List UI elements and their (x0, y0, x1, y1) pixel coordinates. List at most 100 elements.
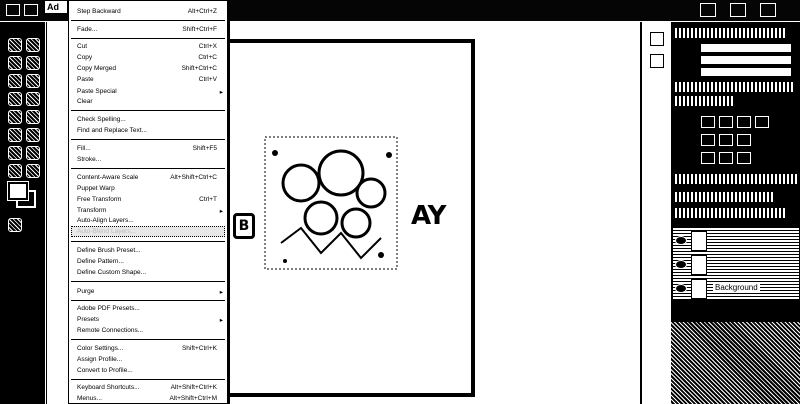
menu-separator (71, 300, 225, 301)
eye-icon[interactable] (675, 284, 687, 293)
maximize-icon[interactable] (730, 3, 746, 17)
eraser-icon[interactable] (8, 128, 22, 142)
adjustment-posterize-icon[interactable] (719, 152, 733, 164)
menu-item-step-backward[interactable]: Step Backward Alt+Ctrl+Z (69, 7, 227, 17)
clone-stamp-icon[interactable] (8, 110, 22, 124)
menu-item-free-transform[interactable]: Free Transform Ctrl+T (69, 195, 227, 205)
menu-item-presets[interactable]: Presets ▸ (69, 315, 227, 325)
menu-item-shortcut: Shift+Ctrl+C (181, 65, 217, 72)
eye-icon[interactable] (675, 236, 687, 245)
layer-row[interactable] (673, 252, 799, 276)
history-icon[interactable] (650, 32, 664, 46)
color-ramp[interactable] (675, 82, 795, 92)
menu-item-auto-blend-layers[interactable]: Auto-Blend Layers... (69, 227, 227, 237)
menu-item-content-aware-scale[interactable]: Content-Aware Scale Alt+Shift+Ctrl+C (69, 173, 227, 183)
menu-item-shortcut: Alt+Shift+Ctrl+M (169, 395, 217, 402)
adjustment-vibrance-icon[interactable] (701, 134, 715, 146)
adjustment-balance-icon[interactable] (737, 134, 751, 146)
color-slider-b[interactable] (701, 68, 791, 76)
menu-item-shortcut: Ctrl+C (198, 54, 217, 61)
menu-item-define-pattern[interactable]: Define Pattern... (69, 257, 227, 267)
menu-item-keyboard-shortcuts[interactable]: Keyboard Shortcuts... Alt+Shift+Ctrl+K (69, 383, 227, 393)
menu-item-assign-profile[interactable]: Assign Profile... (69, 355, 227, 365)
menu-item-label: Assign Profile... (77, 356, 123, 363)
layers-panel-tabs[interactable] (675, 174, 797, 184)
document-canvas[interactable]: B AY (217, 39, 475, 397)
move-icon[interactable] (8, 38, 22, 52)
menu-item-shortcut: Alt+Shift+Ctrl+K (170, 384, 217, 391)
foreground-color-swatch[interactable] (7, 181, 29, 201)
menu-item-find-replace[interactable]: Find and Replace Text... (69, 126, 227, 136)
actions-icon[interactable] (650, 54, 664, 68)
menu-separator (71, 241, 225, 242)
adjustments-tab[interactable] (675, 96, 735, 106)
menu-item-define-custom-shape[interactable]: Define Custom Shape... (69, 268, 227, 278)
close-icon[interactable] (760, 3, 776, 17)
menu-item-check-spelling[interactable]: Check Spelling... (69, 115, 227, 125)
adjustment-curves-icon[interactable] (737, 116, 751, 128)
adjustment-invert-icon[interactable] (701, 152, 715, 164)
eyedropper-icon[interactable] (26, 74, 40, 88)
menu-item-purge[interactable]: Purge ▸ (69, 287, 227, 297)
layer-row[interactable]: Background (673, 276, 799, 300)
quick-mask-icon[interactable] (8, 218, 22, 232)
menu-tab-edit[interactable]: Ad (44, 0, 68, 14)
menu-item-puppet-warp[interactable]: Puppet Warp (69, 184, 227, 194)
menu-separator (71, 281, 225, 282)
type-icon[interactable] (26, 146, 40, 160)
menu-item-fade[interactable]: Fade... Shift+Ctrl+F (69, 25, 227, 35)
lasso-icon[interactable] (8, 56, 22, 70)
adjustment-threshold-icon[interactable] (737, 152, 751, 164)
menu-item-label: Keyboard Shortcuts... (77, 384, 140, 391)
menu-item-define-brush-preset[interactable]: Define Brush Preset... (69, 246, 227, 256)
menu-item-label: Find and Replace Text... (77, 127, 147, 134)
menu-item-label: Define Brush Preset... (77, 247, 141, 254)
layers-lock-row[interactable] (675, 208, 785, 218)
menu-item-copy[interactable]: Copy Ctrl+C (69, 53, 227, 63)
gradient-icon[interactable] (26, 128, 40, 142)
adjustment-exposure-icon[interactable] (755, 116, 769, 128)
menu-item-label: Color Settings... (77, 345, 124, 352)
healing-brush-icon[interactable] (8, 92, 22, 106)
menu-item-pdf-presets[interactable]: Adobe PDF Presets... (69, 304, 227, 314)
brush-icon[interactable] (26, 92, 40, 106)
marquee-icon[interactable] (26, 38, 40, 52)
history-brush-icon[interactable] (26, 110, 40, 124)
hand-icon[interactable] (8, 164, 22, 178)
menu-item-clear[interactable]: Clear (69, 97, 227, 107)
menu-item-auto-align-layers[interactable]: Auto-Align Layers... (69, 216, 227, 226)
adjustment-brightness-icon[interactable] (701, 116, 715, 128)
eye-icon[interactable] (675, 260, 687, 269)
minimize-icon[interactable] (700, 3, 716, 17)
birthday-artwork (264, 136, 398, 270)
menu-item-label: Check Spelling... (77, 116, 126, 123)
magic-wand-icon[interactable] (26, 56, 40, 70)
adjustment-hue-icon[interactable] (719, 134, 733, 146)
menu-item-menus[interactable]: Menus... Alt+Shift+Ctrl+M (69, 394, 227, 404)
menu-item-cut[interactable]: Cut Ctrl+X (69, 42, 227, 52)
layer-row[interactable] (673, 228, 799, 252)
adjustment-levels-icon[interactable] (719, 116, 733, 128)
menu-item-paste-special[interactable]: Paste Special ▸ (69, 87, 227, 97)
menu-item-shortcut: Ctrl+X (198, 43, 217, 50)
crop-icon[interactable] (8, 74, 22, 88)
zoom-icon[interactable] (26, 164, 40, 178)
menu-item-fill[interactable]: Fill... Shift+F5 (69, 144, 227, 154)
bridge-icon[interactable] (24, 4, 38, 16)
menu-item-label: Purge (77, 288, 95, 295)
menu-item-convert-to-profile[interactable]: Convert to Profile... (69, 366, 227, 376)
submenu-arrow-icon: ▸ (219, 208, 223, 215)
menu-item-copy-merged[interactable]: Copy Merged Shift+Ctrl+C (69, 64, 227, 74)
submenu-arrow-icon: ▸ (219, 89, 223, 96)
layers-blend-mode[interactable] (675, 192, 775, 202)
menu-separator (71, 168, 225, 169)
menu-item-paste[interactable]: Paste Ctrl+V (69, 75, 227, 85)
color-slider-g[interactable] (701, 56, 791, 64)
menu-separator (71, 139, 225, 140)
menu-item-stroke[interactable]: Stroke... (69, 155, 227, 165)
color-slider-r[interactable] (701, 44, 791, 52)
menu-item-color-settings[interactable]: Color Settings... Shift+Ctrl+K (69, 344, 227, 354)
menu-item-remote-connections[interactable]: Remote Connections... (69, 326, 227, 336)
menu-item-transform[interactable]: Transform ▸ (69, 206, 227, 216)
pen-icon[interactable] (8, 146, 22, 160)
